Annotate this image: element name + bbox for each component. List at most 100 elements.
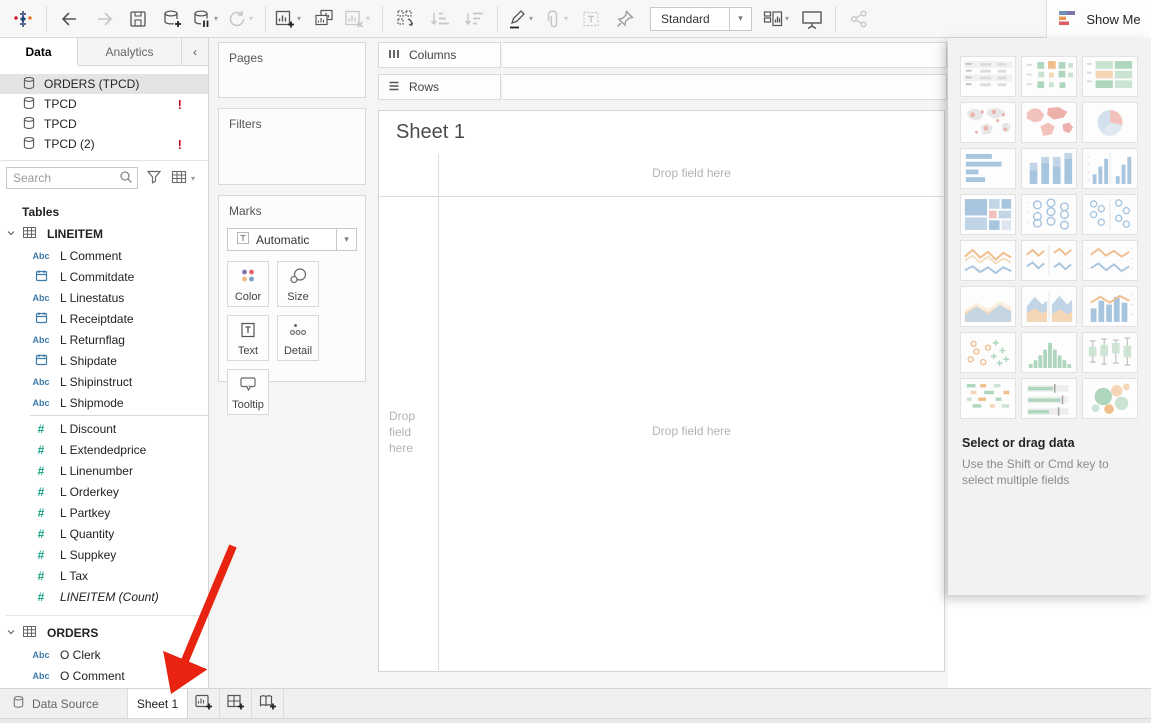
- show-me-chart-gantt[interactable]: [960, 378, 1016, 419]
- show-me-chart-treemap[interactable]: [960, 194, 1016, 235]
- size-button[interactable]: Size: [277, 261, 319, 307]
- search-input[interactable]: Search: [6, 167, 138, 189]
- caret-icon[interactable]: ▾: [785, 14, 793, 23]
- show-me-chart-packed-bubbles[interactable]: [1082, 378, 1138, 419]
- show-me-chart-heat-map[interactable]: [1021, 56, 1077, 97]
- show-me-chart-highlight-table[interactable]: [1082, 56, 1138, 97]
- field-item[interactable]: #L Quantity: [0, 523, 208, 544]
- new-dashboard-button[interactable]: [220, 689, 252, 718]
- chevron-down-icon[interactable]: [6, 227, 16, 241]
- tab-data-source[interactable]: Data Source: [0, 689, 128, 718]
- presentation-mode-button[interactable]: [797, 4, 827, 34]
- detail-button[interactable]: Detail: [277, 315, 319, 361]
- show-me-chart-box-and-whisker[interactable]: [1082, 332, 1138, 373]
- share-button[interactable]: [844, 4, 874, 34]
- columns-well[interactable]: [503, 42, 947, 68]
- field-item[interactable]: #LINEITEM (Count): [0, 586, 208, 607]
- caret-icon[interactable]: ▾: [249, 14, 257, 23]
- field-item[interactable]: #L Partkey: [0, 502, 208, 523]
- show-me-chart-side-by-side-circles[interactable]: [1082, 194, 1138, 235]
- field-item[interactable]: AbcL Shipmode: [0, 392, 208, 413]
- highlight-button[interactable]: ▾: [506, 4, 537, 34]
- tooltip-button[interactable]: Tooltip: [227, 369, 269, 415]
- field-item[interactable]: #L Linenumber: [0, 460, 208, 481]
- show-me-chart-discrete-lines[interactable]: [1021, 240, 1077, 281]
- field-item[interactable]: AbcO Clerk: [0, 644, 208, 665]
- caret-icon[interactable]: ▾: [564, 14, 572, 23]
- field-item[interactable]: #L Suppkey: [0, 544, 208, 565]
- field-item[interactable]: AbcL Comment: [0, 245, 208, 266]
- drop-zone-columns[interactable]: Drop field here: [439, 166, 944, 180]
- filter-fields-icon[interactable]: [146, 169, 162, 188]
- show-hide-cards-button[interactable]: ▾: [762, 4, 793, 34]
- tab-analytics[interactable]: Analytics: [78, 38, 182, 65]
- refresh-button[interactable]: ▾: [226, 4, 257, 34]
- rows-well[interactable]: [503, 74, 947, 100]
- show-me-chart-circle-views[interactable]: [1021, 194, 1077, 235]
- chevron-down-icon[interactable]: [6, 626, 16, 640]
- field-item[interactable]: AbcL Returnflag: [0, 329, 208, 350]
- show-me-chart-histogram[interactable]: [1021, 332, 1077, 373]
- show-me-chart-scatter-plot[interactable]: [960, 332, 1016, 373]
- show-me-chart-bullet-graph[interactable]: [1021, 378, 1077, 419]
- fix-axes-button[interactable]: [610, 4, 640, 34]
- group-members-button[interactable]: ▾: [541, 4, 572, 34]
- duplicate-sheet-button[interactable]: [309, 4, 339, 34]
- field-item[interactable]: AbcL Linestatus: [0, 287, 208, 308]
- field-item[interactable]: #L Discount: [0, 418, 208, 439]
- caret-icon[interactable]: ▾: [297, 14, 305, 23]
- show-me-chart-symbol-map[interactable]: [960, 102, 1016, 143]
- caret-icon[interactable]: ▾: [366, 14, 374, 23]
- field-item[interactable]: L Receiptdate: [0, 308, 208, 329]
- field-item[interactable]: L Commitdate: [0, 266, 208, 287]
- field-item[interactable]: #L Extendedprice: [0, 439, 208, 460]
- save-button[interactable]: [123, 4, 153, 34]
- field-item[interactable]: #L Tax: [0, 565, 208, 586]
- tab-sheet-1[interactable]: Sheet 1: [128, 689, 188, 718]
- datasource-item[interactable]: TPCD!: [0, 94, 208, 114]
- new-datasource-button[interactable]: [157, 4, 187, 34]
- columns-shelf[interactable]: Columns: [378, 42, 947, 68]
- pages-card[interactable]: Pages: [218, 42, 366, 98]
- fit-selector[interactable]: Standard ▾: [650, 7, 752, 31]
- show-me-chart-side-by-side-bars[interactable]: [1082, 148, 1138, 189]
- table-group-header[interactable]: LINEITEM: [0, 223, 208, 245]
- color-button[interactable]: Color: [227, 261, 269, 307]
- clear-sheet-button[interactable]: ▾: [343, 4, 374, 34]
- redo-button[interactable]: [89, 4, 119, 34]
- show-me-chart-horizontal-bars[interactable]: [960, 148, 1016, 189]
- show-me-chart-continuous-area[interactable]: [960, 286, 1016, 327]
- mark-type-dropdown[interactable]: Automatic ▾: [227, 228, 357, 251]
- field-item[interactable]: #L Orderkey: [0, 481, 208, 502]
- caret-icon[interactable]: ▾: [214, 14, 222, 23]
- tab-data[interactable]: Data: [0, 38, 78, 66]
- sheet-canvas[interactable]: Sheet 1 Drop field here Drop field here …: [378, 110, 945, 672]
- new-worksheet-button[interactable]: ▾: [274, 4, 305, 34]
- drop-zone-main[interactable]: Drop field here: [439, 424, 944, 438]
- show-me-chart-stacked-bars[interactable]: [1021, 148, 1077, 189]
- collapse-pane-icon[interactable]: ‹: [182, 38, 208, 65]
- datasource-item[interactable]: ORDERS (TPCD): [0, 74, 208, 94]
- filters-card[interactable]: Filters: [218, 108, 366, 185]
- swap-axes-button[interactable]: [391, 4, 421, 34]
- chevron-down-icon[interactable]: ▾: [729, 8, 751, 30]
- undo-button[interactable]: [55, 4, 85, 34]
- datasource-item[interactable]: TPCD (2)!: [0, 134, 208, 154]
- field-item[interactable]: AbcO Comment: [0, 665, 208, 686]
- table-group-header[interactable]: ORDERS: [0, 622, 208, 644]
- sort-descending-button[interactable]: [459, 4, 489, 34]
- show-mark-labels-button[interactable]: [576, 4, 606, 34]
- caret-icon[interactable]: ▾: [529, 14, 537, 23]
- view-options-button[interactable]: ▾: [171, 170, 199, 187]
- show-me-chart-pie-chart[interactable]: [1082, 102, 1138, 143]
- new-worksheet-tab-button[interactable]: [188, 689, 220, 718]
- pause-updates-button[interactable]: ▾: [191, 4, 222, 34]
- sort-ascending-button[interactable]: [425, 4, 455, 34]
- field-item[interactable]: L Shipdate: [0, 350, 208, 371]
- show-me-chart-dual-combination[interactable]: [1082, 286, 1138, 327]
- show-me-chart-continuous-lines[interactable]: [960, 240, 1016, 281]
- show-me-chart-dual-lines[interactable]: [1082, 240, 1138, 281]
- new-story-button[interactable]: [252, 689, 284, 718]
- show-me-chart-filled-map[interactable]: [1021, 102, 1077, 143]
- rows-shelf[interactable]: Rows: [378, 74, 947, 100]
